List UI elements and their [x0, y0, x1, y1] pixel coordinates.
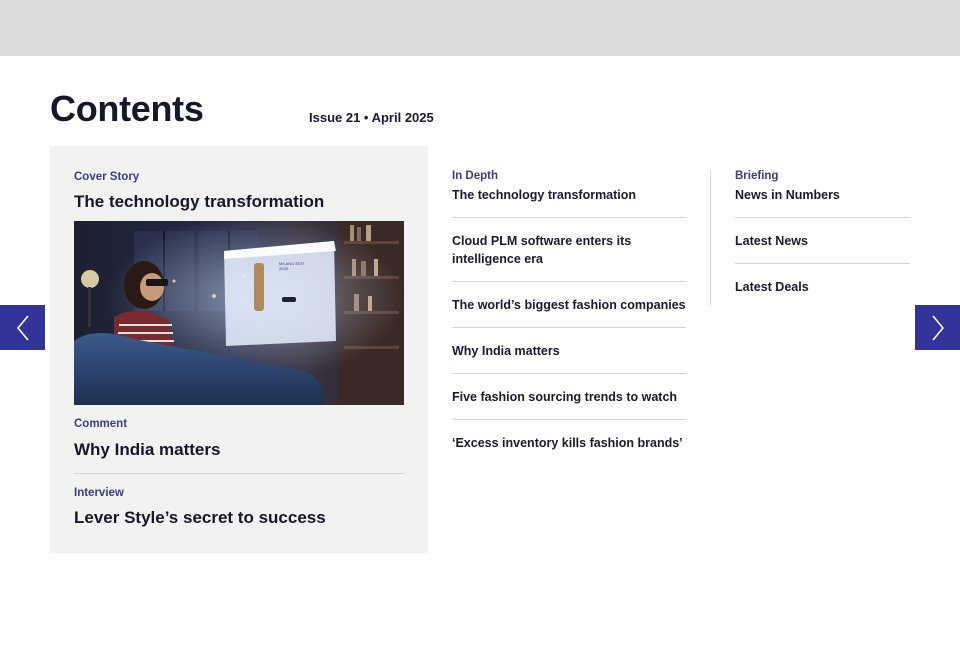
comment-kicker: Comment	[74, 418, 128, 430]
next-page-button[interactable]	[915, 305, 960, 350]
in-depth-item[interactable]: Five fashion sourcing trends to watch	[452, 374, 686, 420]
in-depth-item[interactable]: ‘Excess inventory kills fashion brands’	[452, 420, 686, 465]
in-depth-kicker: In Depth	[452, 170, 498, 182]
interview-link[interactable]: Lever Style’s secret to success	[74, 508, 326, 528]
in-depth-column: In Depth The technology transformation C…	[452, 170, 686, 465]
in-depth-item[interactable]: The technology transformation	[452, 182, 686, 218]
cover-story-kicker: Cover Story	[74, 171, 140, 183]
cover-story-image[interactable]: MILANO EDIT 2025	[74, 221, 404, 405]
briefing-item[interactable]: Latest Deals	[735, 264, 910, 309]
hologram-sub: 2025	[279, 266, 289, 271]
comment-link[interactable]: Why India matters	[74, 440, 220, 460]
feature-divider	[74, 473, 404, 474]
interview-kicker: Interview	[74, 487, 124, 499]
briefing-column: Briefing News in Numbers Latest News Lat…	[735, 170, 910, 309]
cover-story-link[interactable]: The technology transformation	[74, 192, 324, 212]
in-depth-item[interactable]: Cloud PLM software enters its intelligen…	[452, 218, 686, 282]
feature-panel: Cover Story The technology transformatio…	[50, 146, 428, 553]
page-title: Contents	[50, 88, 204, 129]
briefing-kicker: Briefing	[735, 170, 779, 182]
briefing-item[interactable]: News in Numbers	[735, 182, 910, 218]
column-divider	[710, 170, 711, 305]
briefing-item[interactable]: Latest News	[735, 218, 910, 264]
in-depth-item[interactable]: The world’s biggest fashion companies	[452, 282, 686, 328]
previous-page-button[interactable]	[0, 305, 45, 350]
chevron-right-icon	[931, 314, 944, 341]
chevron-left-icon	[16, 314, 29, 341]
in-depth-item[interactable]: Why India matters	[452, 328, 686, 374]
top-banner	[0, 0, 960, 56]
issue-label: Issue 21 • April 2025	[309, 110, 434, 125]
